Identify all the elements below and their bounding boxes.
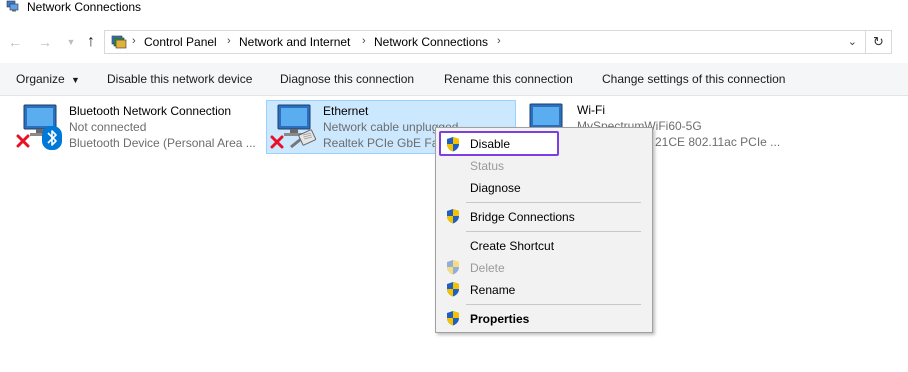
menu-item-delete[interactable]: Delete: [470, 261, 505, 275]
chevron-right-icon[interactable]: ›: [227, 35, 231, 47]
error-x-icon: [270, 135, 284, 149]
back-arrow-icon[interactable]: ←: [6, 33, 24, 51]
menu-item-diagnose[interactable]: Diagnose: [470, 181, 521, 195]
chevron-right-icon[interactable]: ›: [132, 35, 136, 47]
uac-shield-icon: [447, 209, 459, 224]
menu-separator: [466, 202, 641, 203]
uac-shield-icon: [447, 311, 459, 326]
connection-name: Wi-Fi: [577, 103, 605, 117]
connection-device: Realtek PCIe GbE Fam: [323, 136, 449, 150]
connection-name: Bluetooth Network Connection: [69, 104, 232, 118]
uac-shield-icon: [447, 137, 459, 152]
organize-menu[interactable]: Organize ▼: [16, 72, 80, 87]
address-bar[interactable]: › Control Panel › Network and Internet ›…: [104, 30, 866, 54]
menu-item-create-shortcut[interactable]: Create Shortcut: [470, 239, 554, 253]
context-menu: Disable Status Diagnose Bridge Connectio…: [435, 127, 653, 333]
change-settings-button[interactable]: Change settings of this connection: [602, 72, 785, 86]
chevron-right-icon[interactable]: ›: [497, 35, 501, 47]
menu-item-rename[interactable]: Rename: [470, 283, 515, 297]
rename-button[interactable]: Rename this connection: [444, 72, 573, 86]
menu-item-bridge-connections[interactable]: Bridge Connections: [470, 210, 575, 224]
uac-shield-icon: [447, 260, 459, 275]
diagnose-button[interactable]: Diagnose this connection: [280, 72, 414, 86]
title-bar: Network Connections: [0, 0, 908, 16]
bluetooth-icon: [42, 126, 62, 150]
up-arrow-icon[interactable]: ↑: [82, 33, 100, 51]
uac-shield-icon: [447, 282, 459, 297]
connection-device: 21CE 802.11ac PCIe ...: [655, 135, 781, 149]
command-bar: Organize ▼ Disable this network device D…: [0, 63, 908, 96]
menu-separator: [466, 231, 641, 232]
chevron-right-icon[interactable]: ›: [362, 35, 366, 47]
forward-arrow-icon[interactable]: →: [36, 33, 54, 51]
recent-locations-chevron-icon[interactable]: ▼: [62, 33, 80, 51]
control-panel-icon: [111, 35, 127, 49]
connection-device: Bluetooth Device (Personal Area ...: [69, 136, 256, 150]
connection-name: Ethernet: [323, 104, 369, 118]
disable-device-button[interactable]: Disable this network device: [107, 72, 252, 86]
menu-item-disable[interactable]: Disable: [470, 137, 510, 151]
caret-down-icon: ▼: [71, 75, 80, 85]
menu-item-properties[interactable]: Properties: [470, 312, 529, 326]
connection-item-bluetooth[interactable]: Bluetooth Network Connection Not connect…: [12, 100, 262, 154]
breadcrumb-control-panel[interactable]: Control Panel: [144, 35, 217, 49]
menu-item-status[interactable]: Status: [470, 159, 504, 173]
network-connections-icon: [6, 0, 19, 12]
chevron-down-icon[interactable]: ⌄: [848, 35, 857, 48]
refresh-icon[interactable]: ↻: [866, 30, 892, 54]
window-title: Network Connections: [27, 0, 142, 14]
breadcrumb-network-connections[interactable]: Network Connections: [374, 35, 488, 49]
organize-label: Organize: [16, 72, 65, 86]
error-x-icon: [16, 134, 30, 148]
breadcrumb-network-and-internet[interactable]: Network and Internet: [239, 35, 350, 49]
ethernet-cable-icon: [290, 129, 317, 149]
menu-separator: [466, 304, 641, 305]
connection-status: Not connected: [69, 120, 147, 134]
